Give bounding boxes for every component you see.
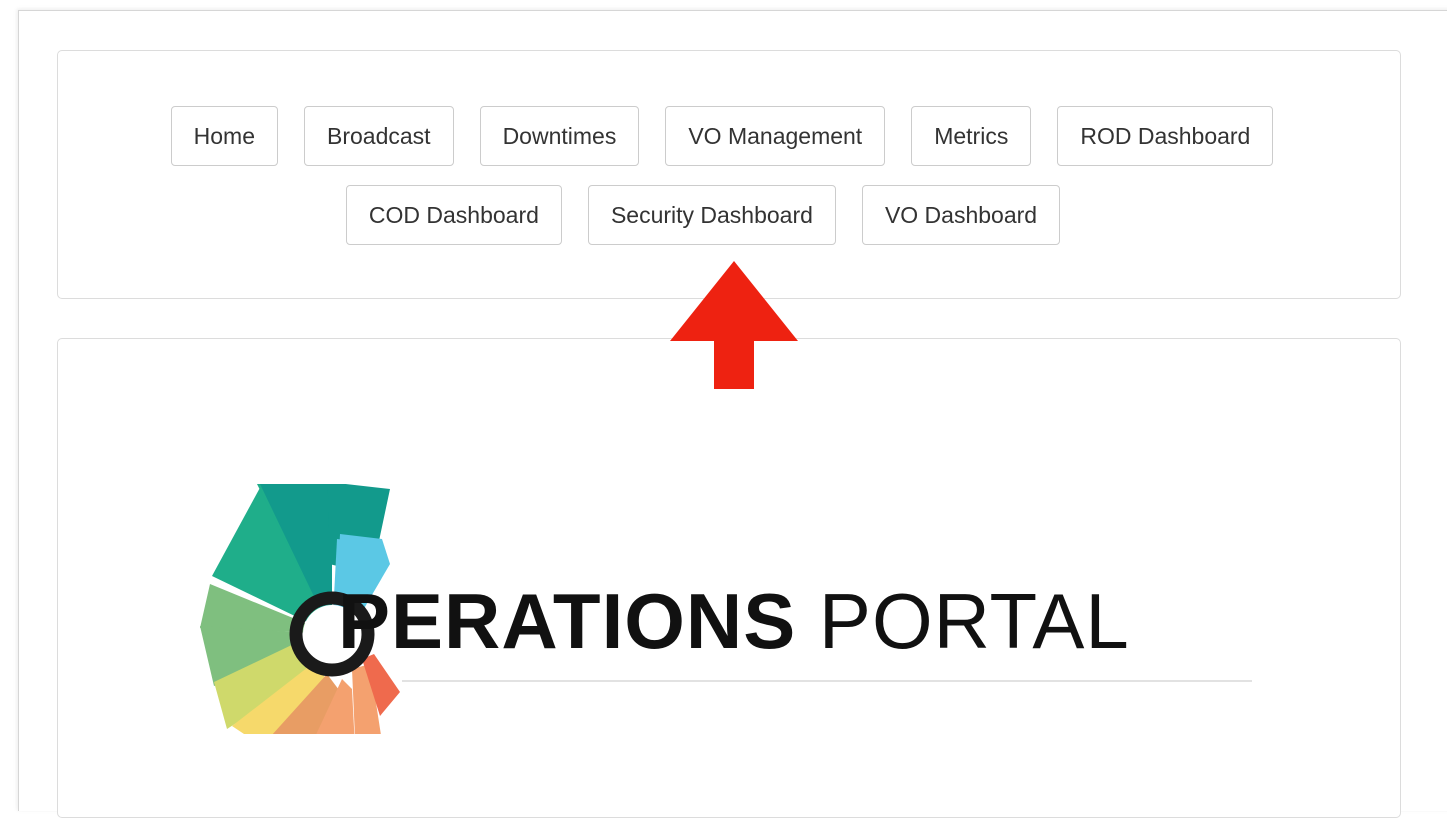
nav-row-1: Home Broadcast Downtimes VO Management M… [58, 106, 1400, 166]
nav-security-dashboard-button[interactable]: Security Dashboard [587, 185, 836, 245]
nav-cod-dashboard-button[interactable]: COD Dashboard [345, 185, 562, 245]
nav-metrics-button[interactable]: Metrics [911, 106, 1032, 166]
nav-broadcast-button[interactable]: Broadcast [304, 106, 454, 166]
nav-row-2: COD Dashboard Security Dashboard VO Dash… [58, 185, 1400, 245]
logo-underline [402, 680, 1252, 682]
nav-vo-management-button[interactable]: VO Management [665, 106, 886, 166]
logo-text-bold: PERATIONS [338, 577, 797, 665]
nav-downtimes-button[interactable]: Downtimes [479, 106, 640, 166]
up-arrow-icon [670, 261, 798, 389]
nav-rod-dashboard-button[interactable]: ROD Dashboard [1057, 106, 1274, 166]
logo-wordmark: PERATIONS PORTAL [338, 582, 1130, 660]
nav-home-button[interactable]: Home [170, 106, 278, 166]
logo-text-light: PORTAL [796, 577, 1130, 665]
nav-vo-dashboard-button[interactable]: VO Dashboard [861, 185, 1061, 245]
